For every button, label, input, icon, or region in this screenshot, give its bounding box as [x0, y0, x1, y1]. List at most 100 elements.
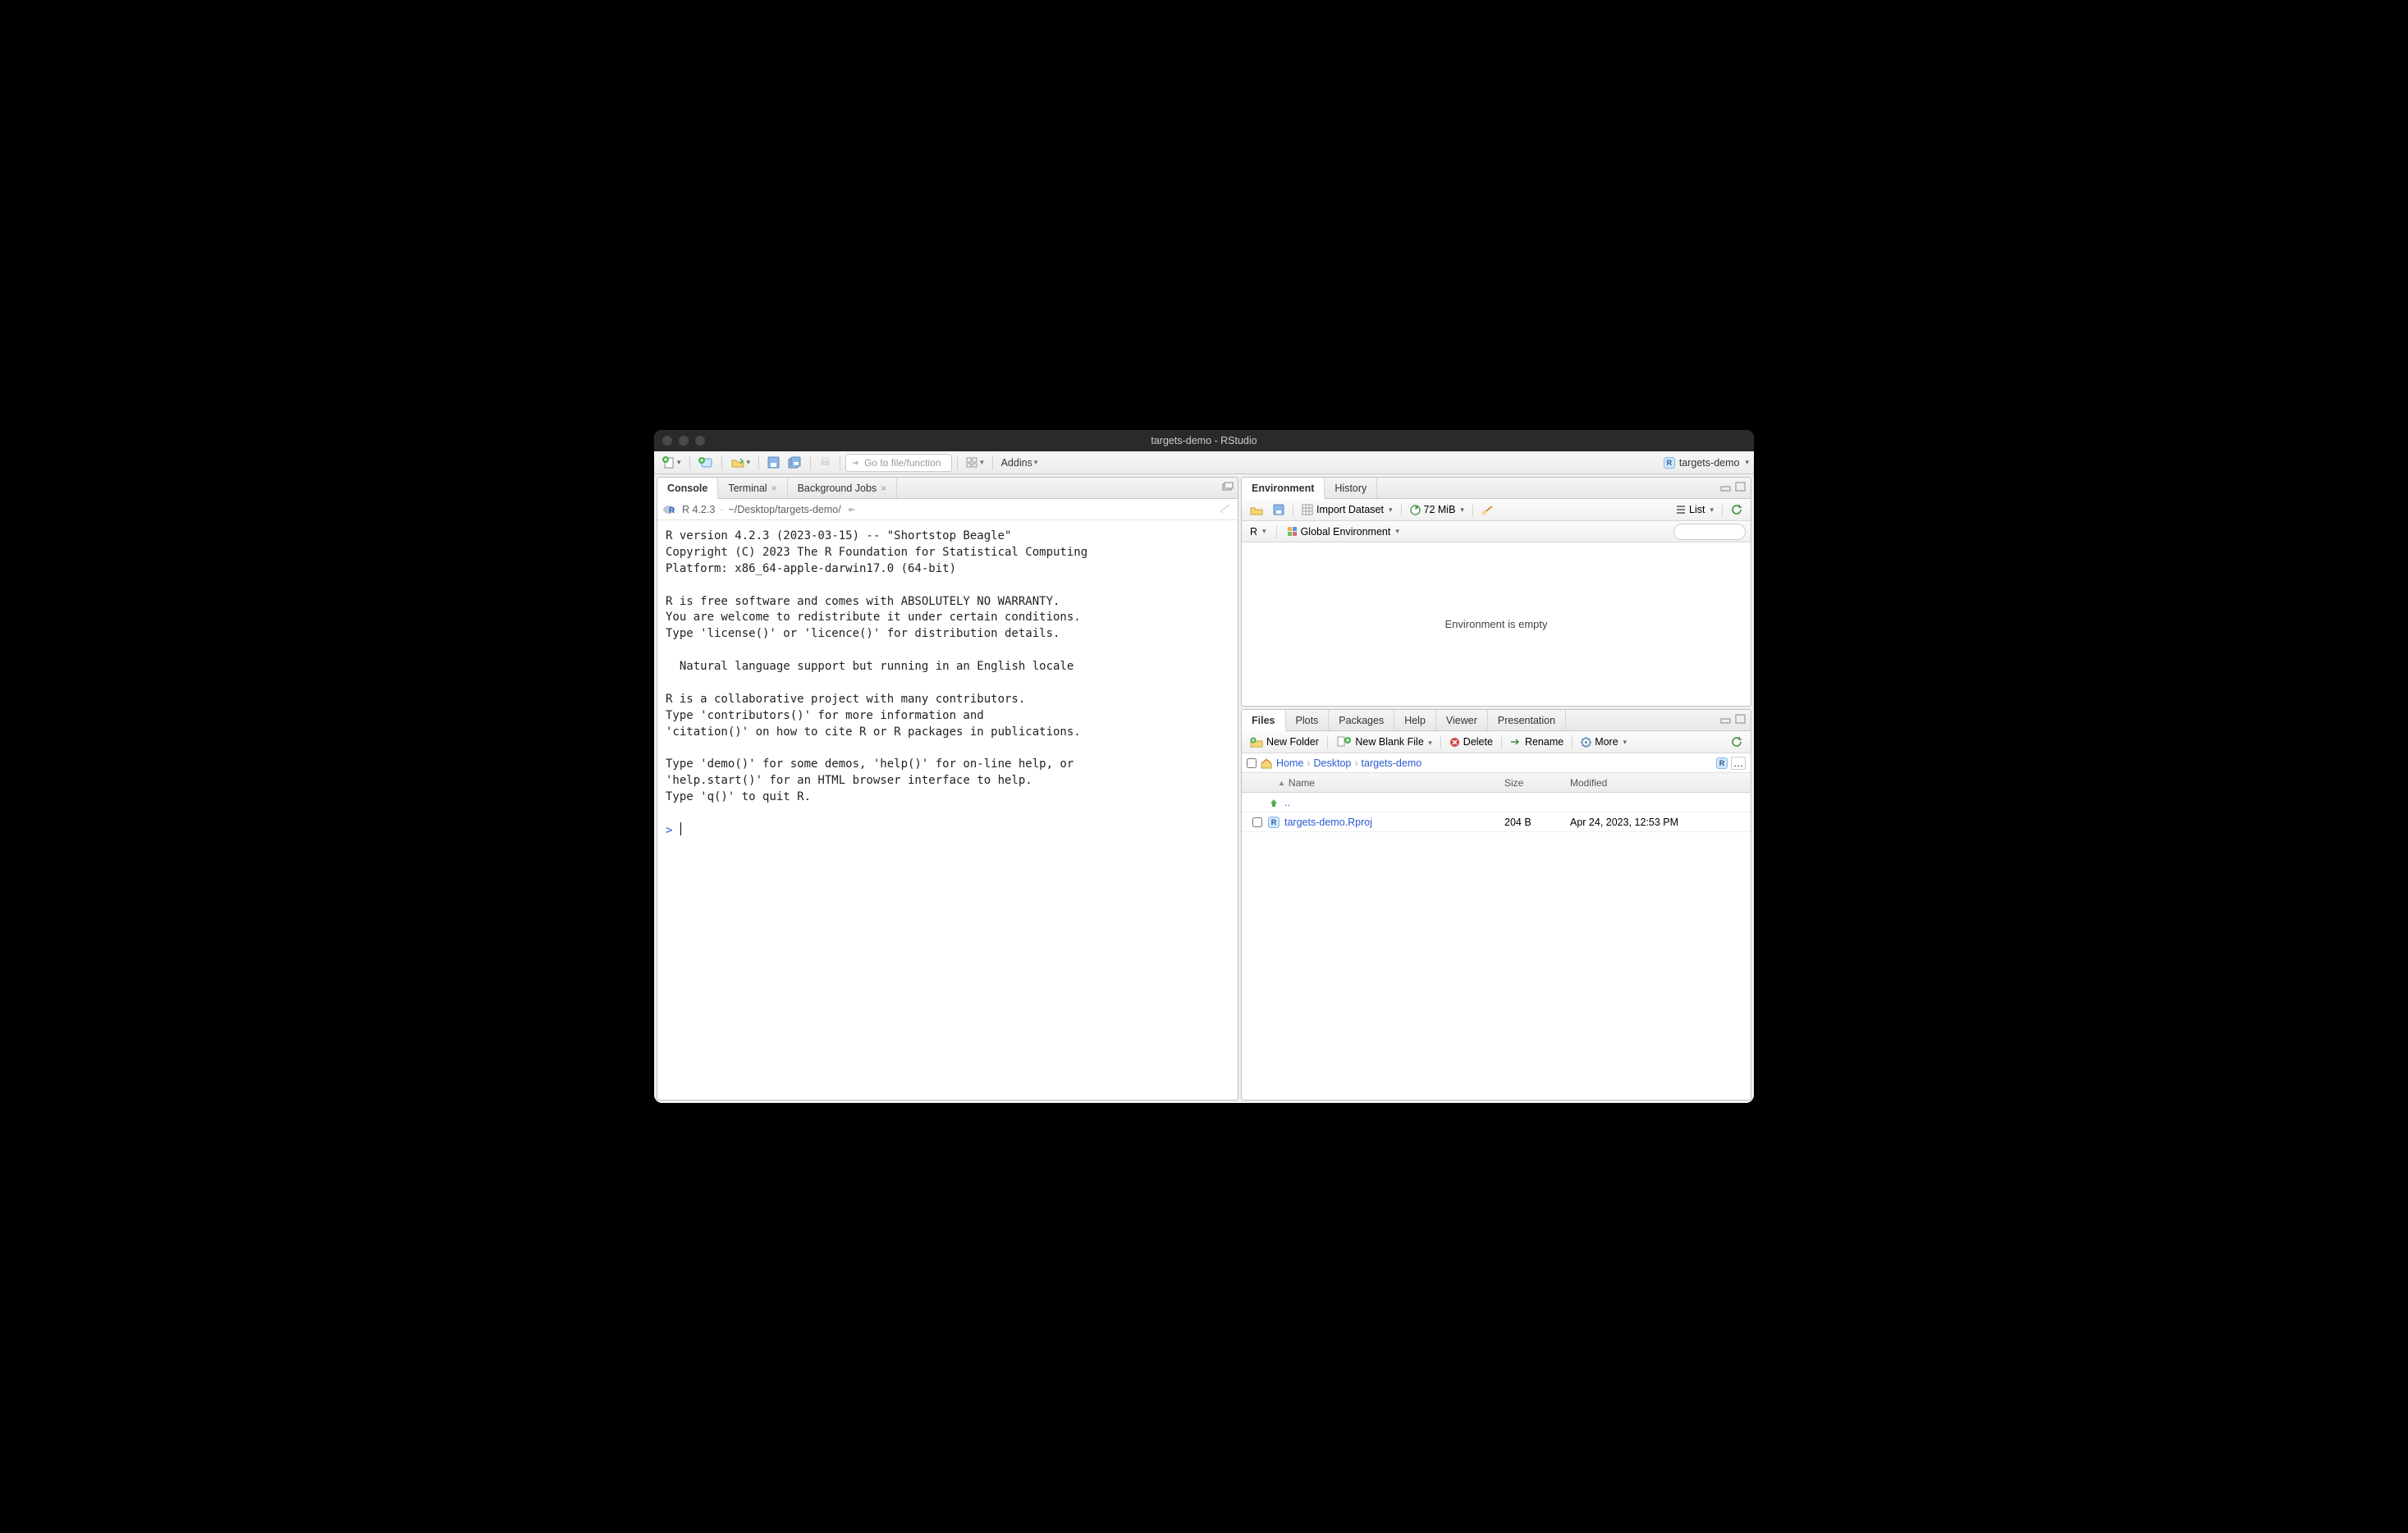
app-window: targets-demo - RStudio ▾ ▾ Go to — [654, 430, 1754, 1103]
close-icon[interactable]: × — [771, 483, 777, 494]
chevron-down-icon: ▾ — [1623, 738, 1627, 747]
close-window-button[interactable] — [662, 436, 672, 446]
rproject-file-icon: R — [1268, 817, 1280, 828]
chevron-down-icon: ▾ — [1745, 458, 1749, 467]
pane-maximize-button[interactable] — [1734, 713, 1747, 725]
goto-arrow-icon — [851, 458, 861, 468]
environment-empty-label: Environment is empty — [1445, 618, 1548, 630]
chevron-down-icon: ▾ — [1389, 506, 1393, 515]
tab-packages[interactable]: Packages — [1329, 710, 1394, 730]
files-breadcrumbs: Home › Desktop › targets-demo R … — [1242, 753, 1751, 773]
file-size: 204 B — [1504, 817, 1570, 828]
tab-terminal[interactable]: Terminal× — [718, 478, 787, 498]
r-version-label: R 4.2.3 — [682, 504, 715, 515]
project-selector[interactable]: R targets-demo ▾ — [1664, 457, 1749, 469]
file-row[interactable]: R targets-demo.Rproj 204 B Apr 24, 2023,… — [1242, 812, 1751, 832]
minimize-window-button[interactable] — [679, 436, 689, 446]
pane-minimize-button[interactable] — [1719, 713, 1733, 725]
console-output[interactable]: R version 4.2.3 (2023-03-15) -- "Shortst… — [657, 520, 1238, 1100]
file-checkbox[interactable] — [1252, 817, 1262, 827]
refresh-button[interactable] — [1728, 501, 1746, 519]
workspace-panes-button[interactable]: ▾ — [963, 454, 987, 472]
pane-maximize-button[interactable] — [1221, 481, 1234, 492]
chevron-down-icon: ▾ — [1262, 527, 1266, 536]
rproject-icon: R — [1664, 457, 1675, 469]
tab-history[interactable]: History — [1325, 478, 1377, 498]
addins-menu[interactable]: Addins ▾ — [998, 454, 1041, 472]
path-more-button[interactable]: … — [1731, 757, 1746, 770]
environment-search-input[interactable] — [1673, 524, 1746, 540]
open-file-button[interactable]: ▾ — [727, 454, 754, 472]
environment-tabstrip: Environment History — [1242, 478, 1751, 499]
view-mode-list[interactable]: List ▾ — [1673, 501, 1717, 519]
new-folder-button[interactable]: New Folder — [1247, 733, 1322, 751]
save-button[interactable] — [764, 454, 783, 472]
rproject-icon[interactable]: R — [1716, 757, 1728, 769]
memory-usage-button[interactable]: 72 MiB ▾ — [1407, 501, 1467, 519]
popout-icon[interactable] — [846, 505, 856, 515]
tab-viewer[interactable]: Viewer — [1436, 710, 1488, 730]
environment-toolbar: Import Dataset ▾ 72 MiB ▾ List — [1242, 499, 1751, 521]
language-selector[interactable]: R ▾ — [1247, 523, 1270, 541]
gear-icon — [1581, 737, 1591, 748]
file-name-link[interactable]: targets-demo.Rproj — [1284, 817, 1372, 828]
breadcrumb-targets-demo[interactable]: targets-demo — [1362, 757, 1422, 769]
new-file-button[interactable]: ▾ — [659, 454, 684, 472]
chevron-down-icon: ▾ — [1428, 739, 1432, 747]
chevron-down-icon: ▾ — [1034, 458, 1038, 467]
chevron-right-icon: › — [1307, 757, 1310, 769]
column-name[interactable]: ▲Name — [1242, 777, 1504, 789]
import-dataset-button[interactable]: Import Dataset ▾ — [1298, 501, 1396, 519]
breadcrumb-home[interactable]: Home — [1276, 757, 1303, 769]
more-button[interactable]: More ▾ — [1577, 733, 1630, 751]
environment-scope-bar: R ▾ Global Environment ▾ — [1242, 521, 1751, 542]
file-row-updir[interactable]: .. — [1242, 793, 1751, 812]
goto-file-function-input[interactable]: Go to file/function — [845, 454, 952, 472]
working-directory-path[interactable]: ~/Desktop/targets-demo/ — [728, 504, 840, 515]
print-button[interactable] — [816, 454, 835, 472]
column-modified[interactable]: Modified — [1570, 777, 1751, 789]
chevron-down-icon: ▾ — [747, 458, 751, 467]
window-title: targets-demo - RStudio — [1151, 435, 1257, 446]
console-cursor — [680, 822, 681, 835]
new-project-button[interactable] — [695, 454, 716, 472]
breadcrumb-desktop[interactable]: Desktop — [1314, 757, 1352, 769]
tab-background-jobs[interactable]: Background Jobs× — [788, 478, 898, 498]
save-workspace-button[interactable] — [1270, 501, 1288, 519]
refresh-files-button[interactable] — [1728, 733, 1746, 751]
file-modified: Apr 24, 2023, 12:53 PM — [1570, 817, 1751, 828]
tab-help[interactable]: Help — [1394, 710, 1436, 730]
save-all-button[interactable] — [785, 454, 805, 472]
main-toolbar: ▾ ▾ Go to file/function ▾ — [654, 451, 1754, 474]
clear-workspace-button[interactable] — [1478, 501, 1498, 519]
chevron-down-icon: ▾ — [980, 458, 984, 467]
select-all-checkbox[interactable] — [1247, 758, 1257, 768]
environment-body: Environment is empty — [1242, 542, 1751, 706]
environment-search[interactable] — [1673, 524, 1746, 540]
traffic-lights — [662, 436, 705, 446]
tab-plots[interactable]: Plots — [1286, 710, 1330, 730]
tab-environment[interactable]: Environment — [1242, 478, 1325, 499]
chevron-down-icon: ▾ — [1710, 506, 1714, 515]
pane-maximize-button[interactable] — [1734, 481, 1747, 492]
tab-files[interactable]: Files — [1242, 710, 1286, 731]
rename-button[interactable]: Rename — [1507, 733, 1567, 751]
column-size[interactable]: Size — [1504, 777, 1570, 789]
tab-console[interactable]: Console — [657, 478, 718, 499]
home-icon[interactable] — [1260, 757, 1273, 769]
globe-icon — [1287, 526, 1298, 537]
svg-text:R: R — [669, 506, 675, 515]
chevron-down-icon: ▾ — [677, 458, 681, 467]
tab-presentation[interactable]: Presentation — [1488, 710, 1566, 730]
zoom-window-button[interactable] — [695, 436, 705, 446]
new-blank-file-button[interactable]: New Blank File ▾ — [1333, 733, 1435, 751]
clear-console-button[interactable] — [1218, 502, 1233, 516]
files-header-row: ▲Name Size Modified — [1242, 773, 1751, 793]
delete-button[interactable]: Delete — [1446, 733, 1496, 751]
console-header: R R 4.2.3 · ~/Desktop/targets-demo/ — [657, 499, 1238, 520]
environment-scope-selector[interactable]: Global Environment ▾ — [1284, 523, 1403, 541]
files-tabstrip: Files Plots Packages Help Viewer Present… — [1242, 710, 1751, 731]
close-icon[interactable]: × — [881, 483, 886, 494]
pane-minimize-button[interactable] — [1719, 481, 1733, 492]
load-workspace-button[interactable] — [1247, 501, 1266, 519]
